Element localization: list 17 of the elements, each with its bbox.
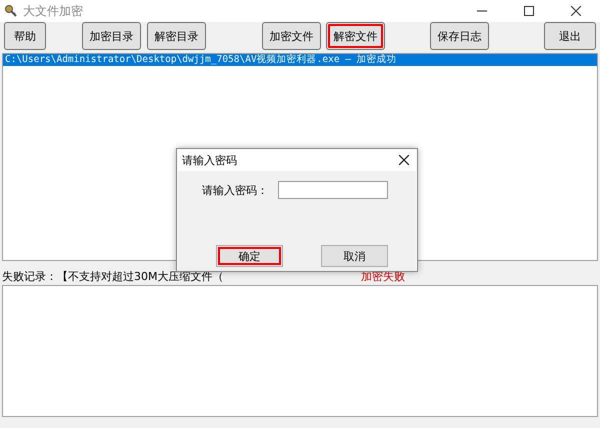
toolbar-button[interactable]: 解密目录 xyxy=(147,22,206,50)
log-row[interactable]: C:\Users\Administrator\Desktop\dwjjm_7058\AV视频加密利器.exe — 加密成功 xyxy=(3,54,597,66)
toolbar-button[interactable]: 保存日志 xyxy=(430,22,489,50)
toolbar-button[interactable]: 加密目录 xyxy=(82,22,141,50)
toolbar-button[interactable]: 帮助 xyxy=(4,22,46,50)
dialog-button[interactable]: 确定 xyxy=(216,245,283,267)
window-title: 大文件加密 xyxy=(23,2,83,20)
toolbar-button[interactable]: 退出 xyxy=(544,22,596,50)
password-label: 请输入密码： xyxy=(202,182,268,198)
toolbar-button[interactable]: 解密文件 xyxy=(326,22,385,50)
toolbar-button[interactable]: 加密文件 xyxy=(262,22,321,50)
password-field[interactable] xyxy=(278,181,388,199)
close-icon[interactable] xyxy=(399,155,409,165)
maximize-icon[interactable] xyxy=(524,6,534,16)
dialog-button[interactable]: 取消 xyxy=(321,245,388,267)
close-icon[interactable] xyxy=(571,6,581,16)
dialog-title: 请输入密码 xyxy=(182,152,237,168)
